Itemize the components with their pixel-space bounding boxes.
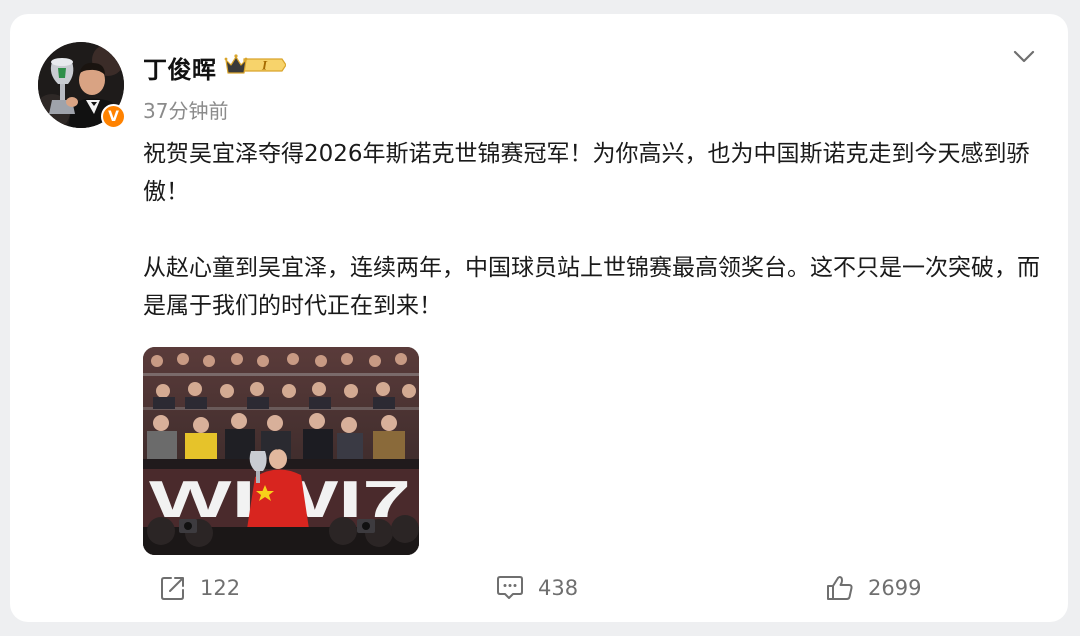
comment-icon [496,575,524,601]
post-content: 祝贺吴宜泽夺得2026年斯诺克世锦赛冠军！为你高兴，也为中国斯诺克走到今天感到骄… [143,135,1043,325]
verified-badge-icon: V [101,104,126,129]
post-timestamp[interactable]: 37分钟前 [143,95,228,124]
post-photo[interactable]: WIWI7 [143,347,419,555]
member-crown-badge-icon[interactable]: I [224,52,287,78]
thumbs-up-icon [826,575,854,601]
comment-button[interactable]: 438 [496,572,578,604]
like-count: 2699 [868,576,922,600]
chevron-down-icon[interactable] [1012,44,1036,68]
post-paragraph: 从赵心童到吴宜泽，连续两年，中国球员站上世锦赛最高领奖台。这不只是一次突破，而是… [143,255,1040,319]
member-badge-text: I [261,58,268,73]
weibo-post-card: V 丁俊晖 I 37分钟前 祝贺吴宜泽夺得2026年斯诺克世锦赛冠军！为你高兴，… [10,14,1068,622]
comment-count: 438 [538,576,579,600]
author-name[interactable]: 丁俊晖 [143,50,217,85]
share-button[interactable]: 122 [160,572,240,604]
post-paragraph: 祝贺吴宜泽夺得2026年斯诺克世锦赛冠军！为你高兴，也为中国斯诺克走到今天感到骄… [143,141,1030,205]
share-count: 122 [200,576,241,600]
like-button[interactable]: 2699 [826,572,921,604]
share-icon [160,575,186,601]
